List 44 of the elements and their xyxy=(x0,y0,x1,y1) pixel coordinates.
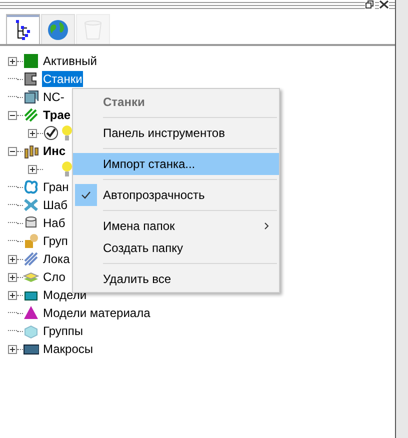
tree-item[interactable]: Наб xyxy=(42,215,66,231)
tree-item[interactable]: Инс xyxy=(42,143,67,159)
expand-toggle[interactable] xyxy=(28,128,37,138)
chevron-right-icon xyxy=(264,222,269,230)
pattern-icon xyxy=(23,197,39,213)
tree-item[interactable]: Активный xyxy=(42,53,98,69)
panel-tab[interactable] xyxy=(6,14,40,44)
pyramid-icon xyxy=(23,305,39,321)
tree-item[interactable]: NC- xyxy=(42,89,66,105)
menu-title: Станки xyxy=(102,94,146,111)
tree-item[interactable]: Сло xyxy=(42,269,66,285)
menu-item[interactable]: Панель инструментов xyxy=(73,122,279,144)
check-icon xyxy=(43,125,59,141)
tree-item[interactable]: Станки xyxy=(42,71,84,87)
tree-item[interactable]: Груп xyxy=(42,233,69,249)
expand-toggle[interactable] xyxy=(8,344,17,354)
tree-item[interactable]: Модели xyxy=(42,287,88,303)
expand-toggle[interactable] xyxy=(8,110,17,120)
tree-item[interactable]: Шаб xyxy=(42,197,69,213)
bulb-icon xyxy=(62,161,72,177)
expand-toggle[interactable] xyxy=(8,146,17,156)
menu-item[interactable]: Автопрозрачность xyxy=(73,184,279,206)
expand-toggle[interactable] xyxy=(8,272,17,282)
tree-item[interactable]: Лока xyxy=(42,251,71,267)
menu-item[interactable]: Имена папок xyxy=(73,215,279,237)
tree-item[interactable]: Группы xyxy=(42,323,84,339)
tree-item[interactable]: Макросы xyxy=(42,341,94,357)
expand-toggle[interactable] xyxy=(8,56,17,66)
tree-item[interactable]: Модели материала xyxy=(42,305,152,321)
bulb-icon xyxy=(62,125,72,141)
machine-icon xyxy=(23,71,39,87)
tree-item[interactable]: Гран xyxy=(42,179,70,195)
expand-toggle[interactable] xyxy=(8,254,17,264)
close-icon[interactable] xyxy=(379,0,389,9)
group-icon xyxy=(23,233,39,249)
expand-toggle[interactable] xyxy=(28,164,37,174)
tree-item[interactable]: Трае xyxy=(42,107,72,123)
menu-item[interactable]: Импорт станка... xyxy=(73,153,279,175)
menu-item[interactable]: Создать папку xyxy=(73,237,279,259)
expand-toggle[interactable] xyxy=(8,290,17,300)
globe-icon xyxy=(47,18,69,40)
boundary-icon xyxy=(23,179,39,195)
restore-icon[interactable] xyxy=(365,0,375,9)
menu-item[interactable]: Удалить все xyxy=(73,268,279,290)
